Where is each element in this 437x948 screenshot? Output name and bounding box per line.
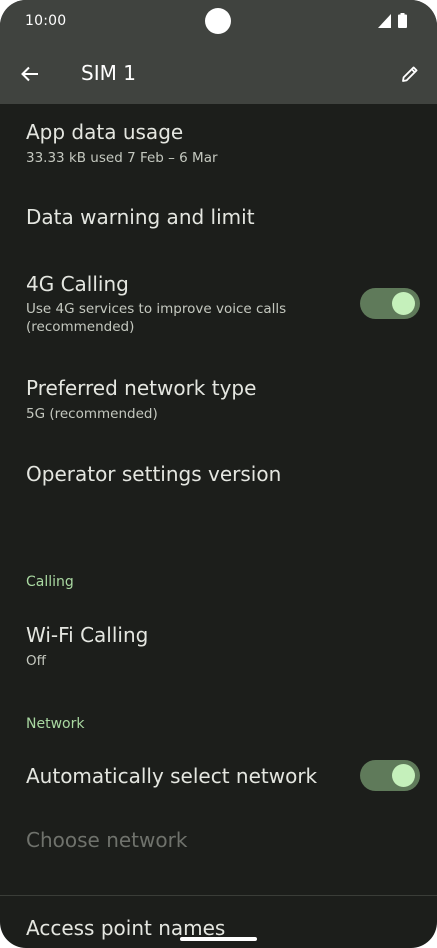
app-data-usage-summary: 33.33 kB used 7 Feb – 6 Mar xyxy=(26,150,218,166)
data-warning-title: Data warning and limit xyxy=(26,205,255,229)
toolbar: SIM 1 xyxy=(0,48,437,100)
wifi-calling-item[interactable]: Wi-Fi Calling Off xyxy=(0,608,437,688)
signal-icon xyxy=(378,14,391,28)
preferred-network-title: Preferred network type xyxy=(26,376,257,400)
calling-4g-summary-line1: Use 4G services to improve voice calls xyxy=(26,301,287,317)
calling-4g-title: 4G Calling xyxy=(26,272,129,296)
preferred-network-summary: 5G (recommended) xyxy=(26,406,158,422)
back-button[interactable] xyxy=(14,58,46,90)
toggle-thumb xyxy=(392,764,415,787)
app-data-usage-title: App data usage xyxy=(26,120,184,144)
divider xyxy=(0,895,437,896)
choose-network-item: Choose network xyxy=(0,812,437,872)
calling-section-header: Calling xyxy=(26,574,74,590)
auto-select-network-title: Automatically select network xyxy=(26,764,318,788)
calling-4g-item[interactable]: 4G Calling Use 4G services to improve vo… xyxy=(0,256,437,356)
operator-settings-item[interactable]: Operator settings version xyxy=(0,448,437,508)
data-warning-item[interactable]: Data warning and limit xyxy=(0,186,437,250)
page-title: SIM 1 xyxy=(81,61,136,85)
edit-button[interactable] xyxy=(394,58,426,90)
choose-network-title: Choose network xyxy=(26,828,188,852)
wifi-calling-title: Wi-Fi Calling xyxy=(26,623,149,647)
pencil-icon xyxy=(402,66,418,82)
battery-icon xyxy=(398,13,407,28)
operator-settings-title: Operator settings version xyxy=(26,462,282,486)
navigation-handle[interactable] xyxy=(180,937,257,941)
camera-cutout xyxy=(205,8,231,34)
calling-4g-summary-line2: (recommended) xyxy=(26,319,135,335)
auto-select-network-item[interactable]: Automatically select network xyxy=(0,746,437,810)
toggle-thumb xyxy=(392,292,415,315)
app-data-usage-item[interactable]: App data usage 33.33 kB used 7 Feb – 6 M… xyxy=(0,104,437,186)
wifi-calling-summary: Off xyxy=(26,653,46,669)
auto-select-network-toggle[interactable] xyxy=(360,760,420,791)
network-section-header: Network xyxy=(26,716,85,732)
arrow-back-icon xyxy=(21,66,38,82)
calling-4g-toggle[interactable] xyxy=(360,288,420,319)
preferred-network-item[interactable]: Preferred network type 5G (recommended) xyxy=(0,360,437,444)
status-time: 10:00 xyxy=(25,13,67,29)
status-bar: 10:00 xyxy=(0,0,437,44)
phone-screen: 10:00 SIM 1 App data usage 33.33 kB used… xyxy=(0,0,437,948)
